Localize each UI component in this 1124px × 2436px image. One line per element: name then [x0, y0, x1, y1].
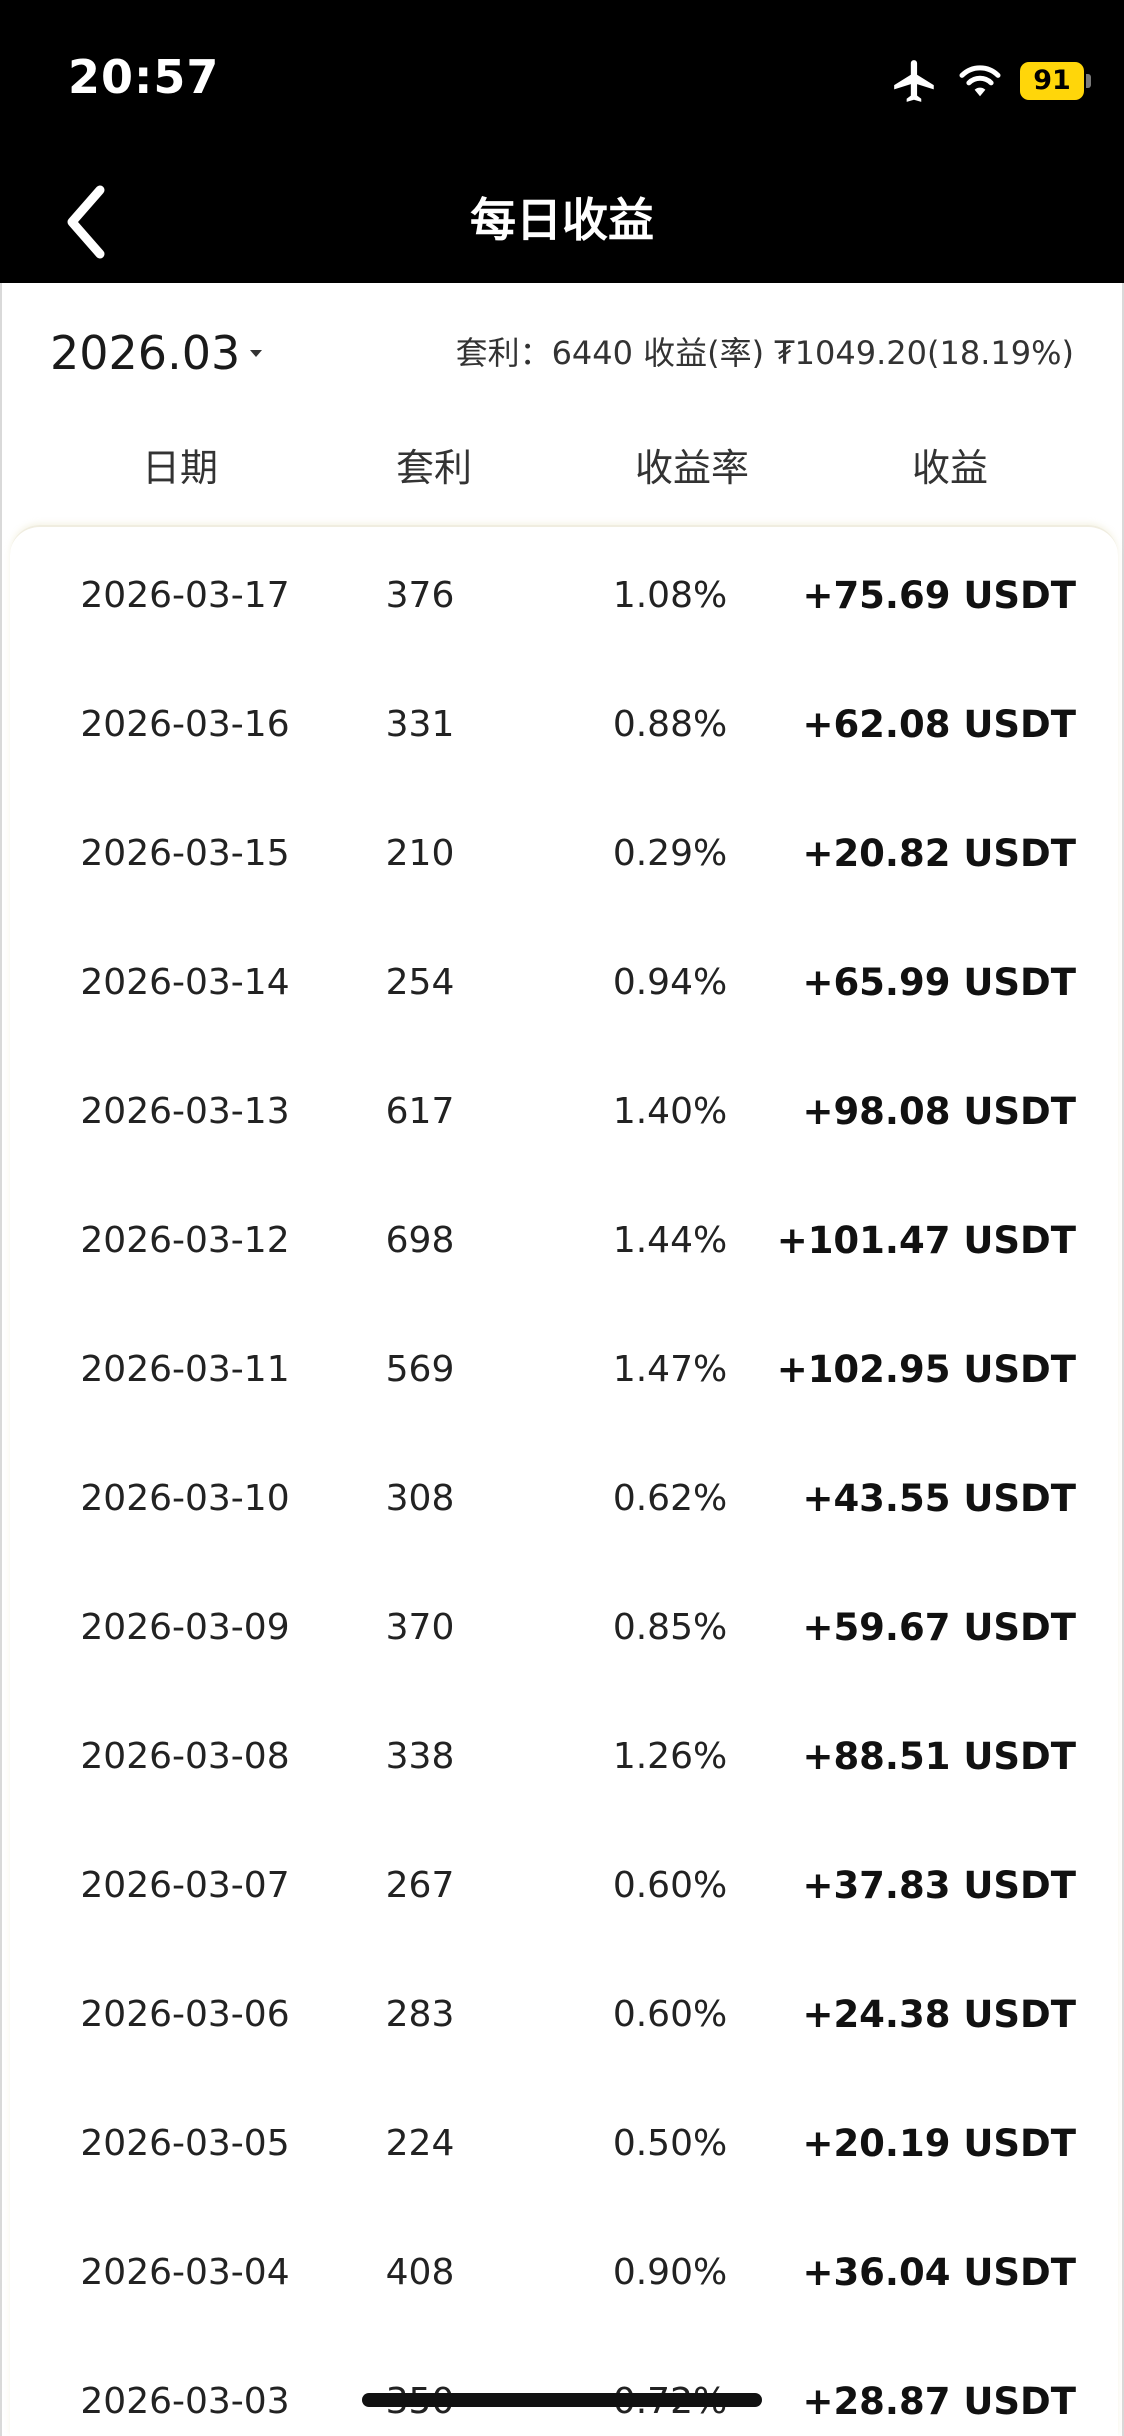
row-profit: +24.38 USDT	[802, 1993, 1076, 2036]
home-indicator	[362, 2393, 762, 2407]
row-rate: 0.94%	[612, 962, 728, 1003]
table-row: 2026-03-04 408 0.90% +36.04 USDT	[10, 2208, 1118, 2337]
table-row: 2026-03-11 569 1.47% +102.95 USDT	[10, 1305, 1118, 1434]
row-date: 2026-03-13	[80, 1091, 290, 1132]
airplane-icon	[894, 60, 934, 102]
row-arbitrage-count: 698	[385, 1220, 455, 1261]
row-profit: +36.04 USDT	[802, 2251, 1076, 2294]
row-date: 2026-03-05	[80, 2123, 290, 2164]
page-title: 每日收益	[470, 193, 654, 247]
header-arbitrage: 套利	[395, 446, 472, 490]
row-arbitrage-count: 210	[385, 833, 455, 874]
row-arbitrage-count: 308	[385, 1478, 455, 1519]
table-row: 2026-03-06 283 0.60% +24.38 USDT	[10, 1950, 1118, 2079]
row-arbitrage-count: 370	[385, 1607, 455, 1648]
row-rate: 0.60%	[612, 1994, 728, 2035]
row-rate: 0.60%	[612, 1865, 728, 1906]
status-bar: 20:57 91	[0, 0, 1124, 160]
row-arbitrage-count: 617	[385, 1091, 455, 1132]
row-rate: 1.40%	[612, 1091, 728, 1132]
table-row: 2026-03-10 308 0.62% +43.55 USDT	[10, 1434, 1118, 1563]
row-rate: 0.90%	[612, 2252, 728, 2293]
battery-level: 91	[1020, 62, 1084, 100]
table-header: 日期 套利 收益率 收益	[2, 438, 1124, 498]
row-date: 2026-03-15	[80, 833, 290, 874]
table-row: 2026-03-17 376 1.08% +75.69 USDT	[10, 531, 1118, 660]
row-date: 2026-03-04	[80, 2252, 290, 2293]
table-row: 2026-03-15 210 0.29% +20.82 USDT	[10, 789, 1118, 918]
row-profit: +98.08 USDT	[802, 1090, 1076, 1133]
battery-tip	[1086, 74, 1091, 88]
row-rate: 0.85%	[612, 1607, 728, 1648]
table-row: 2026-03-16 331 0.88% +62.08 USDT	[10, 660, 1118, 789]
row-arbitrage-count: 350	[310, 2337, 530, 2436]
row-arbitrage-count: 338	[385, 1736, 455, 1777]
row-profit: +65.99 USDT	[802, 961, 1076, 1004]
row-profit: +43.55 USDT	[802, 1477, 1076, 1520]
table-row: 2026-03-05 224 0.50% +20.19 USDT	[10, 2079, 1118, 2208]
header-date: 日期	[141, 446, 218, 490]
table-row: 2026-03-09 370 0.85% +59.67 USDT	[10, 1563, 1118, 1692]
row-rate: 0.29%	[612, 833, 728, 874]
row-profit: +102.95 USDT	[776, 1348, 1076, 1391]
row-date: 2026-03-12	[80, 1220, 290, 1261]
row-rate: 0.50%	[612, 2123, 728, 2164]
month-selector[interactable]: 2026.03	[50, 323, 263, 383]
row-arbitrage-count: 283	[385, 1994, 455, 2035]
month-label: 2026.03	[50, 326, 241, 380]
table-row: 2026-03-08 338 1.26% +88.51 USDT	[10, 1692, 1118, 1821]
row-date: 2026-03-10	[80, 1478, 290, 1519]
row-rate: 1.44%	[612, 1220, 728, 1261]
row-arbitrage-count: 408	[385, 2252, 455, 2293]
row-date: 2026-03-17	[80, 575, 290, 616]
row-arbitrage-count: 254	[385, 962, 455, 1003]
row-date: 2026-03-06	[80, 1994, 290, 2035]
row-profit: +59.67 USDT	[802, 1606, 1076, 1649]
row-rate: 1.08%	[612, 575, 728, 616]
row-rate: 0.72%	[550, 2337, 790, 2436]
row-profit: +88.51 USDT	[802, 1735, 1076, 1778]
row-date: 2026-03-03	[80, 2381, 290, 2422]
row-profit: +28.87 USDT	[802, 2380, 1076, 2423]
header-profit: 收益	[911, 446, 988, 490]
table-row: 2026-03-12 698 1.44% +101.47 USDT	[10, 1176, 1118, 1305]
row-date: 2026-03-11	[80, 1349, 290, 1390]
row-date: 2026-03-16	[80, 704, 290, 745]
table-row: 2026-03-07 267 0.60% +37.83 USDT	[10, 1821, 1118, 1950]
wifi-icon	[959, 65, 1001, 97]
row-profit: +20.82 USDT	[802, 832, 1076, 875]
daily-profit-list: 2026-03-17 376 1.08% +75.69 USDT 2026-03-16 3…	[10, 525, 1118, 2436]
table-row: 2026-03-13 617 1.40% +98.08 USDT	[10, 1047, 1118, 1176]
row-arbitrage-count: 267	[385, 1865, 455, 1906]
nav-bar: 每日收益	[0, 160, 1124, 283]
table-row: 2026-03-14 254 0.94% +65.99 USDT	[10, 918, 1118, 1047]
main-content: 2026.03 套利：6440 收益(率) ₮1049.20(18.19%) 日…	[0, 283, 1124, 2436]
row-profit: +101.47 USDT	[776, 1219, 1076, 1262]
row-arbitrage-count: 569	[385, 1349, 455, 1390]
row-arbitrage-count: 331	[385, 704, 455, 745]
row-rate: 0.62%	[612, 1478, 728, 1519]
row-date: 2026-03-07	[80, 1865, 290, 1906]
battery-icon: 91	[1020, 62, 1092, 100]
row-date: 2026-03-08	[80, 1736, 290, 1777]
row-profit: +75.69 USDT	[802, 574, 1076, 617]
status-time: 20:57	[68, 50, 220, 104]
row-profit: +20.19 USDT	[802, 2122, 1076, 2165]
row-arbitrage-count: 224	[385, 2123, 455, 2164]
row-rate: 0.88%	[612, 704, 728, 745]
summary-text: 套利：6440 收益(率) ₮1049.20(18.19%)	[455, 334, 1074, 372]
caret-down-icon	[250, 350, 263, 357]
row-profit: +62.08 USDT	[802, 703, 1076, 746]
row-profit: +37.83 USDT	[802, 1864, 1076, 1907]
row-rate: 1.47%	[612, 1349, 728, 1390]
row-date: 2026-03-14	[80, 962, 290, 1003]
row-date: 2026-03-09	[80, 1607, 290, 1648]
row-arbitrage-count: 376	[385, 575, 455, 616]
header-rate: 收益率	[634, 446, 749, 490]
row-rate: 1.26%	[612, 1736, 728, 1777]
table-row: 2026-03-03 3500.72% +28.87 USDT	[10, 2337, 1118, 2436]
